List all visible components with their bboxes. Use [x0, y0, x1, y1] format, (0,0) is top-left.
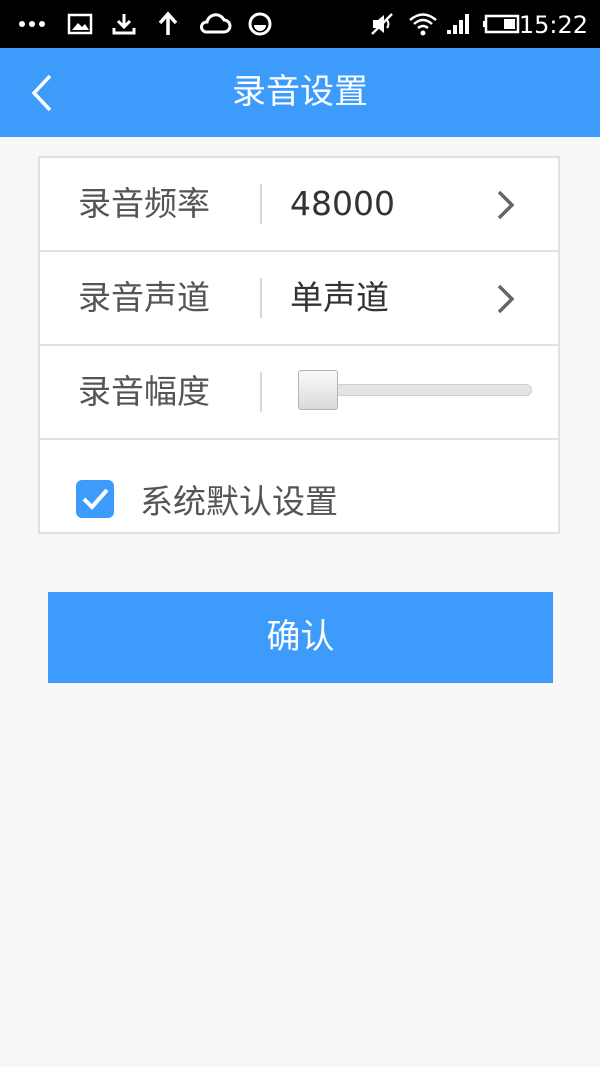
confirm-button[interactable]: 确认 [48, 592, 553, 683]
battery-icon [483, 14, 520, 34]
upload-arrow-icon [158, 11, 178, 35]
row-divider [260, 372, 262, 412]
more-dots-icon [19, 21, 45, 27]
amplitude-label: 录音幅度 [78, 372, 210, 411]
clock-time: 15:22 [518, 11, 588, 39]
checkmark-icon [82, 488, 109, 510]
image-icon [67, 13, 93, 35]
download-icon [112, 14, 136, 35]
cloud-icon [199, 13, 232, 34]
page-title: 录音设置 [232, 72, 368, 112]
amplitude-slider-thumb[interactable] [298, 370, 338, 410]
channel-row[interactable]: 录音声道 单声道 [40, 252, 558, 346]
row-divider [260, 184, 262, 224]
frequency-label: 录音频率 [78, 184, 210, 223]
mute-icon [371, 13, 393, 35]
row-divider [260, 278, 262, 318]
chevron-right-icon [497, 190, 515, 220]
settings-card: 录音频率 48000 录音声道 单声道 录音幅度 系统默认设置 [38, 156, 560, 534]
back-button[interactable] [22, 70, 66, 116]
signal-icon [447, 14, 469, 34]
frequency-value: 48000 [290, 184, 395, 223]
chevron-left-icon [31, 74, 52, 112]
frequency-row[interactable]: 录音频率 48000 [40, 158, 558, 252]
chevron-right-icon [497, 284, 515, 314]
default-setting-checkbox[interactable] [76, 480, 114, 518]
amplitude-row: 录音幅度 [40, 346, 558, 440]
app-bar: 录音设置 [0, 48, 600, 137]
status-bar: 15:22 [0, 0, 600, 48]
emoji-icon [248, 12, 272, 36]
channel-value: 单声道 [290, 278, 389, 317]
default-setting-row[interactable]: 系统默认设置 [40, 442, 558, 532]
channel-label: 录音声道 [78, 278, 210, 317]
default-setting-label: 系统默认设置 [140, 482, 338, 521]
wifi-icon [409, 13, 437, 36]
